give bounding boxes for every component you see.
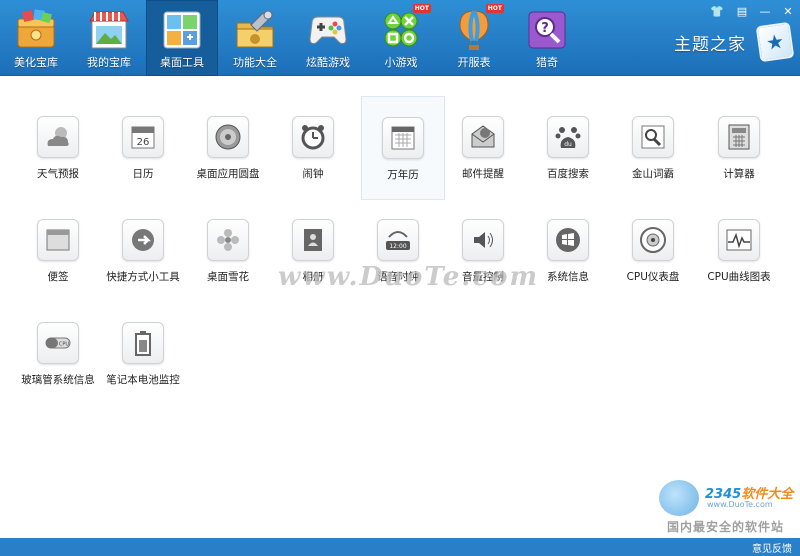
cpu-text: CPU <box>59 342 70 348</box>
tab-label: 开服表 <box>457 56 491 69</box>
store-icon <box>87 9 131 51</box>
top-nav-bar: 美化宝库 我的宝库 桌面工具 功能大全 炫酷游戏 HOT 小游戏 HOT 开服表… <box>0 0 800 76</box>
tool-label: 系统信息 <box>547 271 589 283</box>
beautify-icon <box>14 9 58 51</box>
calendar-day: 26 <box>137 137 150 148</box>
tool-label: 邮件提醒 <box>462 168 504 180</box>
balloon-icon: HOT <box>452 4 504 51</box>
tool-label: 笔记本电池监控 <box>106 374 180 386</box>
tab-label: 桌面工具 <box>160 56 204 69</box>
volume-icon <box>462 219 504 261</box>
hot-badge: HOT <box>485 4 504 13</box>
tab-toolbox[interactable]: 功能大全 <box>219 0 291 76</box>
voice-clock-icon: 12:00 <box>377 219 419 261</box>
windows-icon <box>547 219 589 261</box>
mail-icon <box>462 116 504 158</box>
baidu-icon: du <box>547 116 589 158</box>
tool-desktop-snow[interactable]: 桌面雪花 <box>186 199 270 303</box>
tool-glass-tube-info[interactable]: CPU 玻璃管系统信息 <box>16 302 100 406</box>
tool-label: 桌面应用圆盘 <box>196 168 260 180</box>
tool-mail-reminder[interactable]: 邮件提醒 <box>441 96 525 200</box>
voice-clock-time: 12:00 <box>389 243 406 250</box>
tool-battery-monitor[interactable]: 笔记本电池监控 <box>101 302 185 406</box>
alarm-clock-icon <box>292 116 334 158</box>
tool-app-disc[interactable]: 桌面应用圆盘 <box>186 96 270 200</box>
tool-label: 玻璃管系统信息 <box>21 374 95 386</box>
tool-label: 日历 <box>132 168 154 180</box>
tool-label: CPU曲线图表 <box>707 271 771 283</box>
dictionary-icon <box>632 116 674 158</box>
watermark-slogan: 国内最安全的软件站 <box>667 520 785 534</box>
perpetual-calendar-icon <box>382 117 424 159</box>
status-bar: 意见反馈 <box>0 538 800 556</box>
album-icon <box>292 219 334 261</box>
tab-label: 猎奇 <box>536 56 558 69</box>
tool-label: 金山词霸 <box>632 168 674 180</box>
shortcut-icon <box>122 219 164 261</box>
tool-baidu-search[interactable]: du 百度搜索 <box>526 96 610 200</box>
tool-sticky-note[interactable]: 便签 <box>16 199 100 303</box>
tool-label: 闹钟 <box>302 168 324 180</box>
tab-server-list[interactable]: HOT 开服表 <box>438 0 510 76</box>
calculator-icon <box>718 116 760 158</box>
glass-tube-icon: CPU <box>37 322 79 364</box>
snowflake-icon <box>207 219 249 261</box>
tool-label: 百度搜索 <box>547 168 589 180</box>
gamepad-icon <box>306 9 350 51</box>
tab-label: 小游戏 <box>384 56 418 69</box>
watermark-text: www.DuoTe.com <box>278 262 540 292</box>
tool-alarm-clock[interactable]: 闹钟 <box>271 96 355 200</box>
cpu-graph-icon <box>718 219 760 261</box>
tool-kingsoft-dict[interactable]: 金山词霸 <box>611 96 695 200</box>
feedback-link[interactable]: 意见反馈 <box>752 540 792 555</box>
tool-label: 便签 <box>47 271 69 283</box>
sticky-note-icon <box>37 219 79 261</box>
tool-label: 天气预报 <box>37 168 79 180</box>
brand-logo-icon: ★ <box>755 21 795 63</box>
tool-perpetual-calendar[interactable]: 万年历 <box>361 96 445 200</box>
tool-label: 桌面雪花 <box>207 271 249 283</box>
tab-label: 功能大全 <box>233 56 277 69</box>
mascot-icon <box>659 480 699 516</box>
tool-cpu-gauge[interactable]: CPU仪表盘 <box>611 199 695 303</box>
tab-label: 炫酷游戏 <box>306 56 350 69</box>
disc-icon <box>207 116 249 158</box>
calendar-icon: 26 <box>122 116 164 158</box>
hot-badge: HOT <box>412 4 431 13</box>
tab-my-store[interactable]: 我的宝库 <box>73 0 145 76</box>
close-icon[interactable]: ✕ <box>779 3 797 19</box>
watermark-url: www.DuoTe.com <box>707 500 773 509</box>
minimize-icon[interactable]: — <box>756 3 774 19</box>
tab-label: 我的宝库 <box>87 56 131 69</box>
tool-calendar[interactable]: 26 日历 <box>101 96 185 200</box>
tool-label: 万年历 <box>387 169 419 181</box>
desktop-tools-icon <box>160 9 204 51</box>
curiosity-icon: ? <box>525 9 569 51</box>
tab-beautify[interactable]: 美化宝库 <box>0 0 72 76</box>
tool-cpu-graph[interactable]: CPU曲线图表 <box>697 199 781 303</box>
toolbox-icon <box>233 9 277 51</box>
gauge-icon <box>632 219 674 261</box>
svg-text:?: ? <box>541 21 549 36</box>
tool-weather[interactable]: 天气预报 <box>16 96 100 200</box>
tab-mini-games[interactable]: HOT 小游戏 <box>365 0 437 76</box>
tool-label: CPU仪表盘 <box>626 271 680 283</box>
menu-icon[interactable]: ▤ <box>733 3 751 19</box>
mini-game-icon: HOT <box>379 4 431 51</box>
tool-shortcut-gadget[interactable]: 快捷方式小工具 <box>101 199 185 303</box>
tool-calculator[interactable]: 计算器 <box>697 96 781 200</box>
battery-icon <box>122 322 164 364</box>
tab-label: 美化宝库 <box>14 56 58 69</box>
brand-title: 主题之家 <box>674 35 746 55</box>
watermark-logo: 2345软件大全 www.DuoTe.com 国内最安全的软件站 <box>655 478 800 538</box>
tab-cool-games[interactable]: 炫酷游戏 <box>292 0 364 76</box>
tool-label: 快捷方式小工具 <box>106 271 180 283</box>
tab-curiosity[interactable]: ? 猎奇 <box>511 0 583 76</box>
baidu-text: du <box>564 141 572 148</box>
weather-icon <box>37 116 79 158</box>
tab-desktop-tools[interactable]: 桌面工具 <box>146 0 218 76</box>
tool-label: 计算器 <box>723 168 755 180</box>
skin-icon[interactable]: 👕 <box>708 3 726 19</box>
